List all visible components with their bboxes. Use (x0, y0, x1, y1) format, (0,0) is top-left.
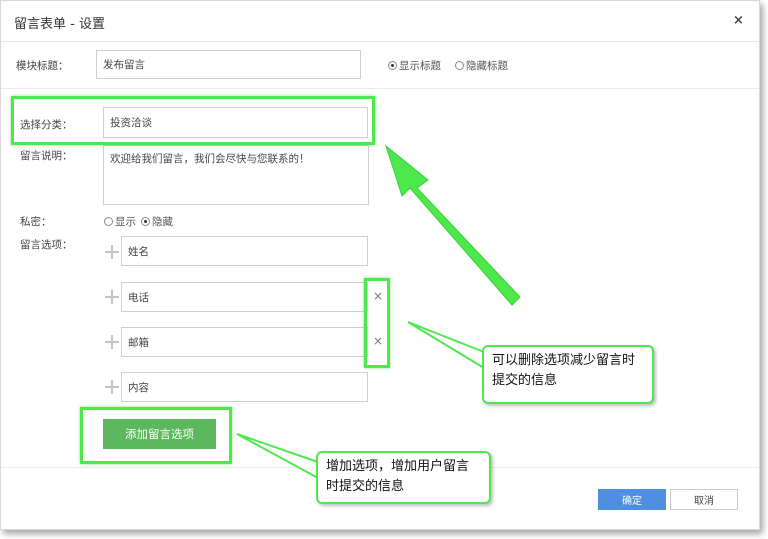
big-arrow-icon (385, 144, 521, 306)
callout-pointer-delete (407, 321, 485, 370)
add-tip-callout: 增加选项，增加用户留言时提交的信息 (316, 451, 491, 504)
callout-pointer-add (236, 433, 319, 480)
delete-tip-callout: 可以删除选项减少留言时提交的信息 (482, 345, 654, 404)
